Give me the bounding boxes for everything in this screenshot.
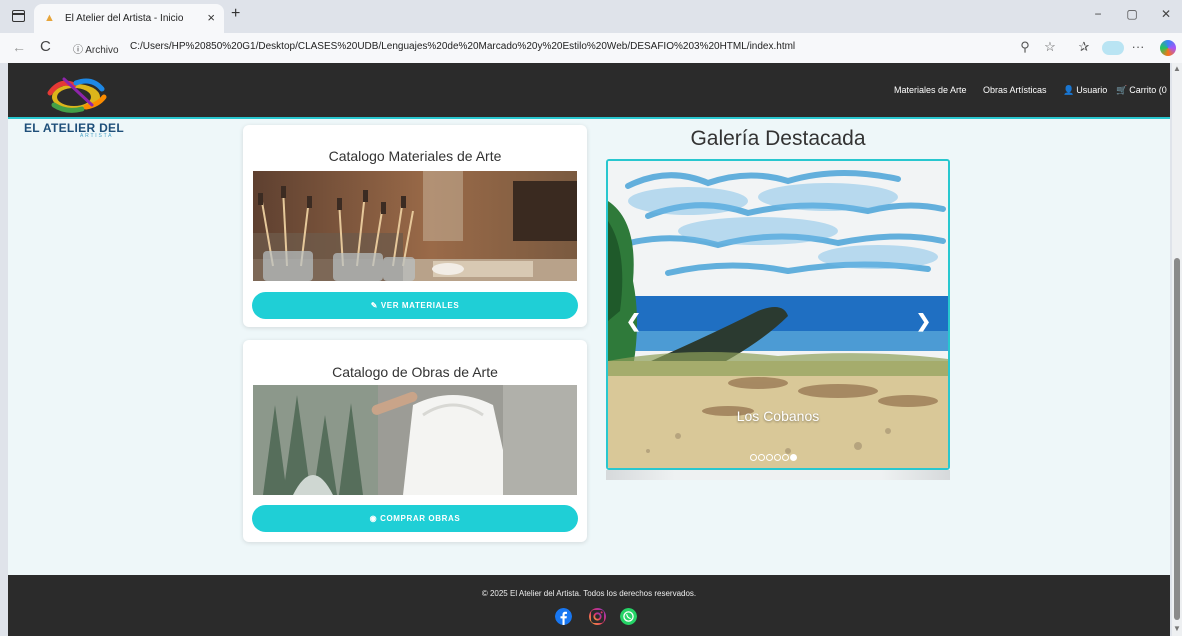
ver-materiales-button[interactable]: ✎ VER MATERIALES [252, 292, 578, 319]
browser-tab-bar: ▲ El Atelier del Artista - Inicio × + − … [0, 0, 1182, 33]
carousel-indicator-dot[interactable] [782, 454, 789, 461]
window-restore-icon[interactable]: ▢ [1124, 7, 1140, 21]
eye-icon: ◉ [369, 514, 378, 523]
copyright-text: © 2025 El Atelier del Artista. Todos los… [481, 589, 697, 598]
comprar-obras-button[interactable]: ◉ COMPRAR OBRAS [252, 505, 578, 532]
card-materiales-image [253, 171, 577, 281]
site-info-button[interactable]: ⓘ Archivo [73, 41, 119, 56]
tab-actions-icon[interactable] [12, 10, 25, 22]
site-header: Materiales de Arte Obras Artísticas 👤 Usu… [8, 63, 1170, 119]
nav-obras-link[interactable]: Obras Artísticas [983, 85, 1047, 95]
nav-usuario-label: Usuario [1076, 85, 1108, 95]
scroll-down-icon[interactable]: ▼ [1173, 624, 1181, 633]
gallery-title: Galería Destacada [690, 127, 866, 150]
carousel-indicator-dot[interactable] [758, 454, 765, 461]
tab-title: El Atelier del Artista - Inicio [65, 13, 184, 24]
carousel-indicator-dot[interactable] [790, 454, 797, 461]
more-icon[interactable]: ··· [1130, 39, 1146, 54]
tab-favicon-icon: ▲ [44, 12, 55, 24]
page-viewport: Materiales de Arte Obras Artísticas 👤 Usu… [8, 63, 1170, 636]
instagram-icon[interactable] [589, 608, 606, 625]
reload-icon[interactable]: C [40, 38, 51, 55]
carousel-prev-icon[interactable]: ❮ [626, 311, 641, 332]
zoom-icon[interactable]: ⚲ [1017, 39, 1033, 55]
logo-subtext: ARTISTA [80, 133, 114, 139]
address-bar: ← C ⓘ Archivo C:/Users/HP%20850%20G1/Des… [0, 33, 1182, 63]
pencil-icon: ✎ [370, 301, 378, 310]
carousel-shadow [606, 470, 950, 480]
comprar-obras-label: COMPRAR OBRAS [380, 514, 461, 523]
scroll-up-icon[interactable]: ▲ [1173, 64, 1181, 73]
browser-tab[interactable]: ▲ El Atelier del Artista - Inicio × [34, 4, 224, 33]
palette-logo-icon[interactable] [44, 75, 108, 115]
facebook-icon[interactable] [555, 608, 572, 625]
profile-icon[interactable] [1102, 41, 1124, 55]
window-minimize-icon[interactable]: − [1090, 7, 1106, 21]
carousel-caption: Los Cobanos [736, 408, 820, 424]
nav-usuario-link[interactable]: 👤 Usuario [1063, 85, 1107, 96]
nav-carrito-link[interactable]: 🛒 Carrito (0 [1116, 85, 1167, 96]
url-field[interactable]: C:/Users/HP%20850%20G1/Desktop/CLASES%20… [130, 41, 795, 52]
window-close-icon[interactable]: ✕ [1158, 7, 1174, 21]
nav-materiales-link[interactable]: Materiales de Arte [894, 85, 967, 95]
tab-close-icon[interactable]: × [207, 10, 215, 25]
copilot-icon[interactable] [1160, 40, 1176, 56]
user-icon: 👤 [1063, 85, 1075, 95]
card-obras-image [253, 385, 577, 495]
scrollbar-thumb[interactable] [1174, 258, 1180, 620]
card-materiales: Catalogo Materiales de Arte ✎ VER MATERI… [243, 125, 587, 327]
favorite-star-icon[interactable]: ☆ [1042, 39, 1058, 55]
carousel-indicators [750, 448, 798, 461]
back-arrow-icon[interactable]: ← [12, 39, 26, 55]
ver-materiales-label: VER MATERIALES [380, 301, 460, 310]
gallery-carousel[interactable]: ❮ ❯ Los Cobanos [606, 159, 950, 470]
carousel-indicator-dot[interactable] [766, 454, 773, 461]
carousel-indicator-dot[interactable] [750, 454, 757, 461]
card-obras-title: Catalogo de Obras de Arte [332, 364, 498, 380]
favorites-icon[interactable]: ✰ [1076, 39, 1092, 55]
site-footer: © 2025 El Atelier del Artista. Todos los… [8, 575, 1170, 636]
whatsapp-icon[interactable] [620, 608, 637, 625]
carousel-next-icon[interactable]: ❯ [916, 311, 931, 332]
card-obras: Catalogo de Obras de Arte ◉ COMPRAR OBRA… [243, 340, 587, 542]
nav-carrito-label: Carrito (0 [1129, 85, 1167, 95]
new-tab-button[interactable]: + [231, 5, 240, 23]
card-materiales-title: Catalogo Materiales de Arte [328, 148, 502, 164]
carousel-indicator-dot[interactable] [774, 454, 781, 461]
cart-icon: 🛒 [1116, 85, 1128, 95]
